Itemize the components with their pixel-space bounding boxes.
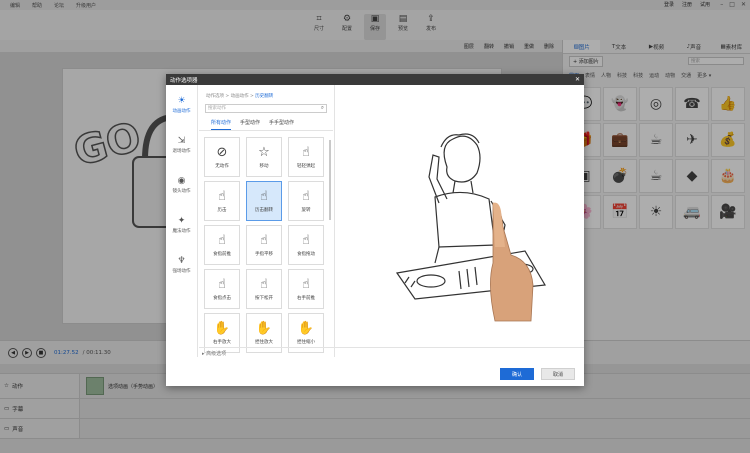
action-hand-icon: ☝ [302,232,310,248]
cancel-button[interactable]: 取消 [541,368,575,380]
exit-icon: ⇲ [177,136,186,146]
action-label: 捏住缩小 [297,339,315,345]
action-item[interactable]: ☝ 按下松开 [246,269,282,309]
action-label: 历击 [217,207,227,213]
action-label: 捏住放大 [255,339,273,345]
preview-pane [334,85,584,357]
action-label: 食指前推 [213,251,231,257]
close-icon[interactable]: ✕ [575,76,580,83]
action-item[interactable]: ⊘ 无动作 [204,137,240,177]
subtab-all[interactable]: 所有动作 [211,119,232,130]
action-hand-icon: ✋ [255,320,273,336]
action-hand-icon: ✋ [213,320,231,336]
sidebar-item-horn[interactable]: ♆ 强场动作 [166,245,197,285]
action-item[interactable]: ☝ 轻轻弹起 [288,137,324,177]
horn-icon: ♆ [177,256,186,266]
action-item[interactable]: ☝ 食指拖动 [288,225,324,265]
action-item[interactable]: ☝ 历击翻转 [246,181,282,221]
action-label: 食指拖动 [297,251,315,257]
action-scrollbar[interactable] [329,140,331,220]
action-hand-icon: ☝ [218,276,226,292]
sun-icon: ☀ [177,96,186,106]
action-item[interactable]: ☝ 历击 [204,181,240,221]
subtab-hand[interactable]: 手型动作 [240,119,260,130]
action-hand-icon: ☆ [258,144,270,160]
action-label: 右手前推 [297,295,315,301]
camera-icon: ◉ [177,176,186,186]
magic-icon: ✦ [177,216,186,226]
action-grid: ⊘ 无动作 ☆ 移动 ☝ 轻轻弹起 ☝ 历击 ☝ 历击翻转 ☝ 旋转 ☝ 食指前推 ☝ 手指平移 ☝ 食指拖动 ☝ 食… [199,131,333,353]
action-label: 移动 [259,163,269,169]
action-search-input[interactable]: 搜索动作 ⌕ [205,104,327,113]
sidebar-item-animation[interactable]: ☀ 动画动作 [166,85,197,125]
preview-illustration [395,133,546,322]
advanced-options-toggle[interactable]: ▸ 高级选项 [202,350,226,357]
breadcrumb: 动作选项 > 动画动作 > 历史翻转 [206,94,274,99]
action-label: 右手放大 [213,339,231,345]
action-hand-icon: ☝ [260,188,268,204]
sidebar-item-camera[interactable]: ◉ 镜头动作 [166,165,197,205]
search-icon: ⌕ [320,105,324,111]
action-label: 轻轻弹起 [297,163,315,169]
action-selector-dialog: 动作选项器 ✕ ☀ 动画动作 ⇲ 退场动作 ◉ 镜头动作 ✦ 魔法动作 ♆ 强场动作 动作… [166,74,584,386]
confirm-button[interactable]: 确认 [500,368,534,380]
action-item[interactable]: ☝ 食指前推 [204,225,240,265]
action-hand-icon: ⊘ [216,144,228,160]
action-item[interactable]: ☝ 右手前推 [288,269,324,309]
action-hand-icon: ☝ [218,232,226,248]
action-item[interactable]: ☝ 手指平移 [246,225,282,265]
action-item[interactable]: ☆ 移动 [246,137,282,177]
action-hand-icon: ☝ [260,232,268,248]
action-label: 手指平移 [255,251,273,257]
action-item[interactable]: ☝ 食指点击 [204,269,240,309]
subtab-hands[interactable]: 手手型动作 [269,119,294,130]
action-item[interactable]: ☝ 旋转 [288,181,324,221]
sidebar-item-exit[interactable]: ⇲ 退场动作 [166,125,197,165]
action-hand-icon: ✋ [297,320,315,336]
action-hand-icon: ☝ [302,188,310,204]
action-hand-icon: ☝ [218,188,226,204]
action-hand-icon: ☝ [302,276,310,292]
action-hand-icon: ☝ [260,276,268,292]
dialog-sidebar: ☀ 动画动作 ⇲ 退场动作 ◉ 镜头动作 ✦ 魔法动作 ♆ 强场动作 [166,85,198,357]
divider [199,347,584,348]
dialog-title: 动作选项器 [166,74,584,85]
action-label: 无动作 [215,163,229,169]
action-label: 旋转 [301,207,311,213]
action-label: 按下松开 [255,295,273,301]
action-label: 历击翻转 [255,207,273,213]
action-hand-icon: ☝ [302,144,310,160]
sidebar-item-magic[interactable]: ✦ 魔法动作 [166,205,197,245]
action-list-pane: 动作选项 > 动画动作 > 历史翻转 搜索动作 ⌕ 所有动作 手型动作 手手型动作… [199,85,333,353]
action-label: 食指点击 [213,295,231,301]
